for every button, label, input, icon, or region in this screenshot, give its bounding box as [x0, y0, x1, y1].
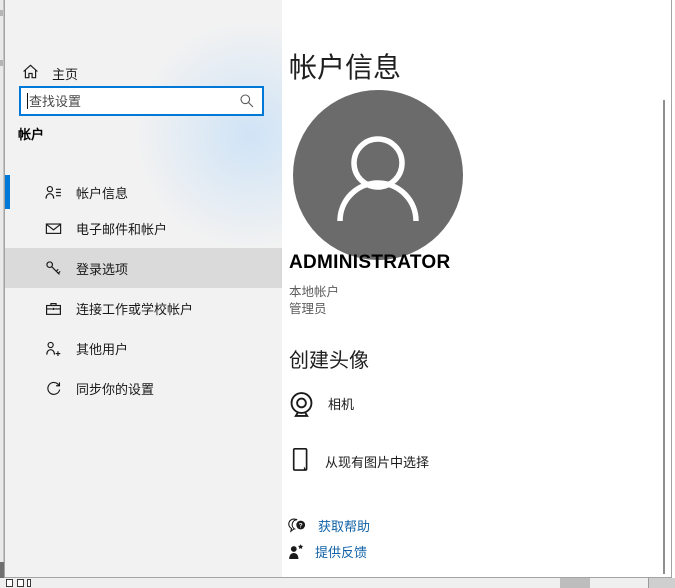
browse-picture-label: 从现有图片中选择 — [325, 455, 430, 470]
account-role-label: 管理员 — [289, 302, 327, 316]
sidebar-item-label: 登录选项 — [76, 261, 129, 277]
camera-option-label: 相机 — [328, 397, 355, 412]
sidebar-item-label: 帐户信息 — [76, 185, 129, 201]
background-tick — [0, 10, 3, 16]
search-input[interactable] — [29, 88, 234, 114]
home-icon — [22, 63, 39, 80]
sidebar-item-label: 其他用户 — [76, 341, 129, 357]
selected-indicator — [5, 175, 10, 209]
background-tick — [0, 60, 3, 66]
background-glyph — [27, 579, 31, 587]
feedback-icon — [288, 543, 304, 560]
email-icon — [45, 220, 62, 237]
browse-picture-icon — [288, 444, 312, 477]
browse-picture-option[interactable]: 从现有图片中选择 — [288, 444, 429, 477]
sidebar-item-email-accounts[interactable]: 电子邮件和帐户 — [5, 208, 282, 248]
get-help-link[interactable]: ? 获取帮助 — [288, 516, 370, 535]
sidebar-item-label: 电子邮件和帐户 — [76, 221, 168, 237]
search-icon — [239, 93, 255, 109]
create-avatar-heading: 创建头像 — [289, 350, 369, 372]
search-box — [19, 86, 264, 116]
avatar — [293, 90, 463, 260]
user-name: ADMINISTRATOR — [289, 252, 451, 273]
sidebar-item-home[interactable]: 主页 — [5, 56, 282, 88]
feedback-link[interactable]: 提供反馈 — [288, 542, 367, 561]
sidebar-item-work-school-account[interactable]: 连接工作或学校帐户 — [5, 288, 282, 328]
sidebar-item-other-users[interactable]: 其他用户 — [5, 328, 282, 368]
svg-text:?: ? — [299, 522, 303, 529]
key-icon — [45, 260, 62, 277]
background-window-edge — [648, 578, 675, 588]
background-glyph — [17, 579, 24, 587]
main-content: 帐户信息 ADMINISTRATOR 本地帐户 管理员 创建头像 相机 从现有图… — [282, 0, 671, 577]
sidebar-item-sign-in-options[interactable]: 登录选项 — [5, 248, 282, 288]
sidebar-item-label: 连接工作或学校帐户 — [76, 301, 194, 317]
briefcase-icon — [45, 300, 62, 317]
sidebar-section-header: 帐户 — [18, 127, 45, 142]
text-caret — [27, 93, 28, 109]
scrollbar[interactable] — [663, 100, 665, 574]
camera-icon — [288, 390, 315, 420]
background-glyph — [6, 579, 13, 587]
sidebar-item-account-info[interactable]: 帐户信息 — [5, 172, 282, 212]
account-info-icon — [45, 184, 62, 201]
background-scrollbar-fragment — [560, 578, 590, 588]
feedback-label: 提供反馈 — [315, 545, 368, 560]
get-help-icon: ? — [288, 518, 307, 534]
sidebar-item-sync-settings[interactable]: 同步你的设置 — [5, 368, 282, 408]
background-window-bottom-fragment — [0, 578, 675, 588]
camera-option[interactable]: 相机 — [288, 390, 354, 420]
page-title: 帐户信息 — [289, 52, 402, 83]
person-icon — [293, 90, 463, 260]
sync-icon — [45, 380, 62, 397]
sidebar-item-label: 主页 — [52, 67, 79, 82]
sidebar-item-label: 同步你的设置 — [76, 381, 155, 397]
get-help-label: 获取帮助 — [318, 519, 371, 534]
sidebar: 主页 帐户 帐户信息 电子邮件和帐户 登 — [5, 0, 282, 577]
other-users-icon — [45, 340, 62, 357]
settings-window: 设置 主页 帐户 — [4, 0, 672, 578]
